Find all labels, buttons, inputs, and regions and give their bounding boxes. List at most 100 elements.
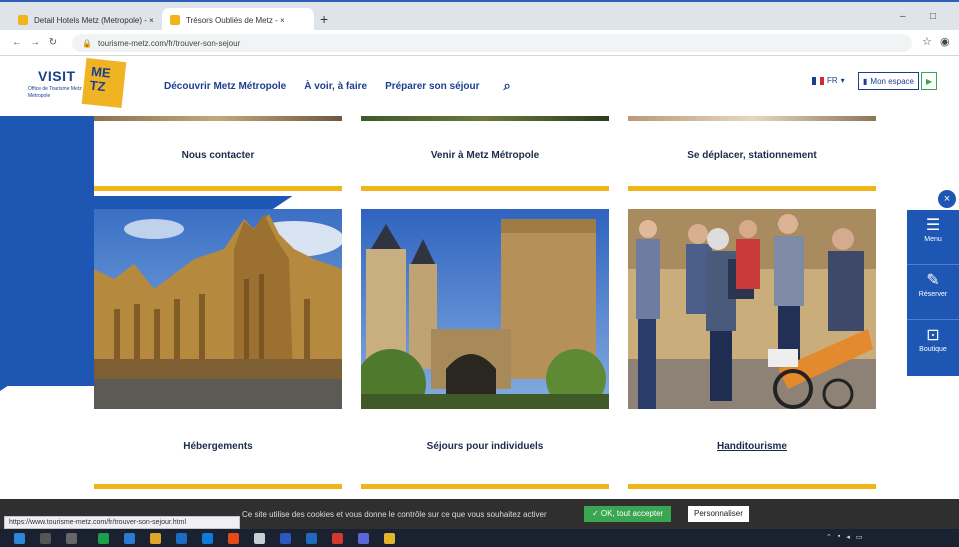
pen-icon: ✎ <box>926 272 940 289</box>
notification-icon[interactable]: ▭ <box>856 533 863 541</box>
app-icon[interactable] <box>254 533 265 544</box>
volume-icon[interactable]: ◂ <box>846 533 850 541</box>
play-button[interactable]: ▶ <box>921 72 938 90</box>
account-button[interactable]: ▮ Mon espace <box>858 72 919 90</box>
system-tray: ⌃ ▪ ◂ ▭ <box>826 533 863 541</box>
card-nous-contacter[interactable]: Nous contacter <box>94 116 342 196</box>
minimize-icon[interactable]: – <box>900 11 906 22</box>
word-icon[interactable] <box>280 533 291 544</box>
folder-icon[interactable] <box>150 533 161 544</box>
profile-icon[interactable]: ◉ <box>940 35 950 48</box>
side-boutique-button[interactable]: ⊡ Boutique <box>907 320 959 375</box>
new-tab-icon[interactable]: + <box>320 11 328 27</box>
teams-icon[interactable] <box>358 533 369 544</box>
network-icon[interactable]: ▪ <box>838 533 840 541</box>
browser-tab-bar: Detail Hotels Metz (Metropole) - × Tréso… <box>0 0 959 32</box>
chrome-icon[interactable] <box>228 533 239 544</box>
card-label: Séjours pour individuels <box>426 441 544 452</box>
mail-icon[interactable] <box>176 533 187 544</box>
nav-decouvrir[interactable]: Découvrir Metz Métropole <box>164 81 286 92</box>
status-url: https://www.tourisme-metz.com/fr/trouver… <box>4 516 240 529</box>
card-underline <box>94 186 342 191</box>
card-underline <box>361 186 609 191</box>
address-bar: ← → ↻ 🔒 tourisme-metz.com/fr/trouver-son… <box>0 30 959 56</box>
search-icon[interactable]: ⌕ <box>504 78 511 94</box>
star-icon[interactable]: ☆ <box>922 35 932 48</box>
side-item-label: Boutique <box>919 346 947 353</box>
card-label: Se déplacer, stationnement <box>687 150 817 161</box>
flag-fr-icon <box>812 76 824 85</box>
side-menu-button[interactable]: ☰ Menu <box>907 210 959 265</box>
browser-tab[interactable]: Detail Hotels Metz (Metropole) - × <box>10 8 162 32</box>
card-underline <box>361 484 609 489</box>
excel-icon[interactable] <box>98 533 109 544</box>
nav-a-voir[interactable]: À voir, à faire <box>304 81 367 92</box>
language-label: FR <box>827 76 838 85</box>
outlook-icon[interactable] <box>202 533 213 544</box>
side-reserver-button[interactable]: ✎ Réserver <box>907 265 959 320</box>
card-photo-edge <box>94 116 342 121</box>
tray-chevron-icon[interactable]: ⌃ <box>826 533 832 541</box>
play-icon: ▶ <box>926 76 933 86</box>
bag-icon: ⊡ <box>926 327 940 344</box>
windows-taskbar: ⌃ ▪ ◂ ▭ <box>0 529 959 547</box>
logo-subtitle: Office de Tourisme Metz Métropole <box>28 86 82 99</box>
card-venir[interactable]: Venir à Metz Métropole <box>361 116 609 196</box>
lock-icon: 🔒 <box>82 38 92 48</box>
card-photo-edge <box>628 116 876 121</box>
page-content: Nous contacter Venir à Metz Métropole Se… <box>0 116 959 499</box>
side-item-label: Réserver <box>918 291 948 298</box>
logo-metz-block: ME TZ <box>81 58 127 108</box>
forward-icon[interactable]: → <box>26 37 44 48</box>
site-header: VISIT ME TZ Office de Tourisme Metz Métr… <box>0 56 959 116</box>
sticky-side-menu: ☰ Menu ✎ Réserver ⊡ Boutique <box>907 210 959 376</box>
side-item-label: Menu <box>924 236 942 243</box>
browser-tab-active[interactable]: Trésors Oubliés de Metz - × <box>162 8 314 32</box>
edge-icon[interactable] <box>124 533 135 544</box>
logo-visit: VISIT <box>38 68 76 84</box>
menu-icon: ☰ <box>925 217 941 234</box>
user-icon: ▮ <box>863 76 868 86</box>
card-underline <box>94 484 342 489</box>
card-underline <box>628 484 876 489</box>
main-nav: Découvrir Metz Métropole À voir, à faire… <box>164 78 511 94</box>
customize-cookies-button[interactable]: Personnaliser <box>688 506 749 522</box>
nav-preparer[interactable]: Préparer son séjour <box>385 81 479 92</box>
back-icon[interactable]: ← <box>8 37 26 48</box>
search-icon[interactable] <box>40 533 51 544</box>
card-underline <box>628 186 876 191</box>
app-icon[interactable] <box>384 533 395 544</box>
chevron-down-icon: ▾ <box>840 76 845 85</box>
favicon-icon <box>170 15 180 25</box>
reload-icon[interactable]: ↻ <box>44 37 62 48</box>
accept-cookies-button[interactable]: ✓ OK, tout accepter <box>584 506 672 522</box>
url-text: tourisme-metz.com/fr/trouver-son-sejour <box>97 38 241 48</box>
card-sejours-individuels[interactable]: Séjours pour individuels <box>361 209 609 499</box>
language-selector[interactable]: FR ▾ <box>812 76 845 85</box>
task-view-icon[interactable] <box>66 533 77 544</box>
windows-start-icon[interactable] <box>14 533 25 544</box>
acrobat-icon[interactable] <box>332 533 343 544</box>
url-input[interactable]: 🔒 tourisme-metz.com/fr/trouver-son-sejou… <box>72 34 912 52</box>
card-label-link[interactable]: Handitourisme <box>628 441 876 452</box>
card-se-deplacer[interactable]: Se déplacer, stationnement <box>628 116 876 196</box>
card-label: Hébergements <box>183 441 253 452</box>
card-label: Venir à Metz Métropole <box>430 150 540 161</box>
handitourisme-group-photo <box>628 209 876 409</box>
card-label: Nous contacter <box>181 150 255 161</box>
account-label: Mon espace <box>870 76 914 86</box>
close-icon[interactable]: × <box>938 190 956 208</box>
card-handitourisme[interactable]: Handitourisme <box>628 209 876 499</box>
logo-tz: TZ <box>88 77 107 95</box>
cathedral-photo <box>94 209 342 409</box>
card-photo-edge <box>361 116 609 121</box>
tab-title: Detail Hotels Metz (Metropole) - × <box>34 15 154 25</box>
onedrive-icon[interactable] <box>306 533 317 544</box>
visit-metz-logo[interactable]: VISIT ME TZ Office de Tourisme Metz Métr… <box>28 58 127 112</box>
favicon-icon <box>18 15 28 25</box>
tab-title: Trésors Oubliés de Metz - × <box>186 15 285 25</box>
cookie-text: Ce site utilise des cookies et vous donn… <box>242 510 547 519</box>
card-hebergements[interactable]: Hébergements <box>94 209 342 499</box>
maximize-icon[interactable]: □ <box>930 11 936 22</box>
porte-des-allemands-photo <box>361 209 609 409</box>
